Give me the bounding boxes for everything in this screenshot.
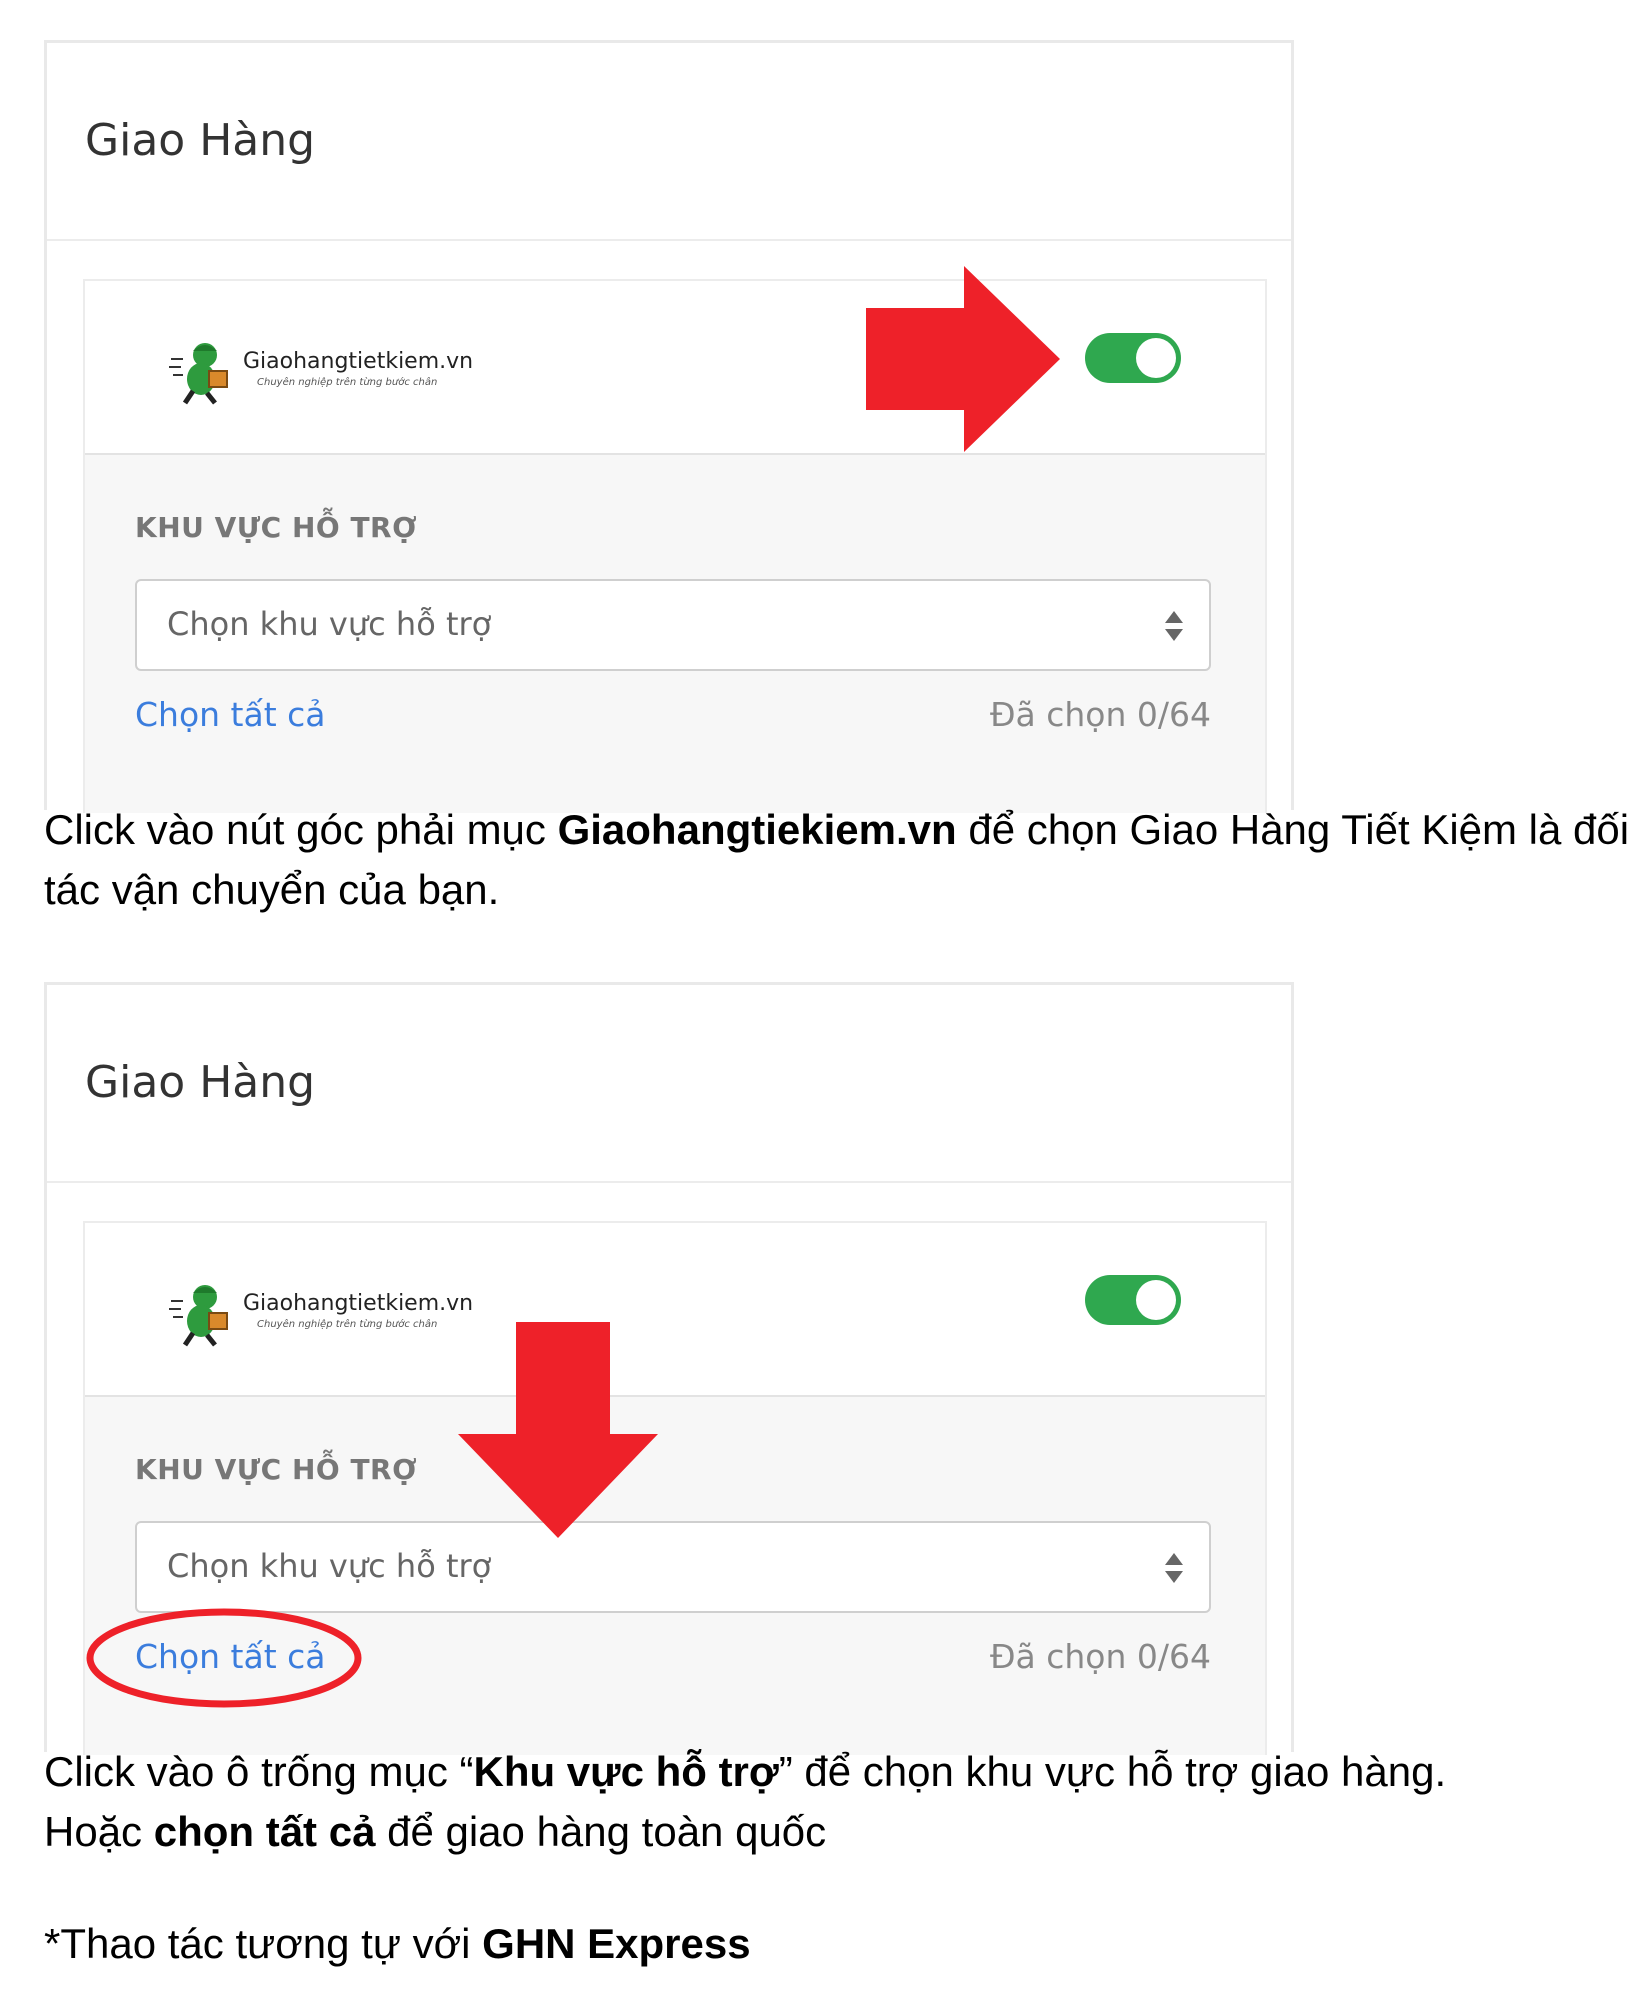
provider-panel-ghtk: Giaohangtietkiem.vn Chuyên nghiệp trên t… <box>83 279 1267 813</box>
toggle-knob <box>1136 1280 1176 1320</box>
provider-enable-toggle[interactable] <box>1085 1275 1181 1325</box>
provider-name: Giaohangtietkiem.vn <box>243 1291 474 1316</box>
card-title: Giao Hàng <box>85 115 316 166</box>
footnote: *Thao tác tương tự với GHN Express <box>44 1920 751 1967</box>
provider-enable-toggle[interactable] <box>1085 333 1181 383</box>
arrow-down-icon <box>458 1322 658 1538</box>
region-select[interactable]: Chọn khu vực hỗ trợ <box>135 579 1211 671</box>
provider-header: Giaohangtietkiem.vn Chuyên nghiệp trên t… <box>85 1223 1265 1397</box>
card-title: Giao Hàng <box>85 1057 316 1108</box>
select-all-highlight-circle <box>86 1608 362 1708</box>
provider-name: Giaohangtietkiem.vn <box>243 349 474 374</box>
sort-arrows-icon <box>1165 611 1183 641</box>
caption-2: Click vào ô trống mục “Khu vực hỗ trợ” đ… <box>44 1748 1447 1855</box>
sort-arrows-icon <box>1165 1553 1183 1583</box>
toggle-knob <box>1136 338 1176 378</box>
selected-count: Đã chọn 0/64 <box>989 695 1211 734</box>
region-select-placeholder: Chọn khu vực hỗ trợ <box>167 1547 492 1585</box>
provider-tagline: Chuyên nghiệp trên từng bước chân <box>257 377 438 388</box>
provider-logo: Giaohangtietkiem.vn Chuyên nghiệp trên t… <box>169 1279 499 1349</box>
shipping-card-1: Giao Hàng Giaohangtietkiem.vn Chuyên ngh… <box>44 40 1294 813</box>
caption-1: Click vào nút góc phải mục Giaohangtieki… <box>44 806 1630 913</box>
delivery-man-icon <box>169 343 228 405</box>
select-all-link[interactable]: Chọn tất cả <box>135 695 326 734</box>
provider-header: Giaohangtietkiem.vn Chuyên nghiệp trên t… <box>85 281 1265 455</box>
provider-logo: Giaohangtietkiem.vn Chuyên nghiệp trên t… <box>169 337 499 407</box>
arrow-right-icon <box>866 266 1060 452</box>
region-select[interactable]: Chọn khu vực hỗ trợ <box>135 1521 1211 1613</box>
selected-count: Đã chọn 0/64 <box>989 1637 1211 1676</box>
card-header: Giao Hàng <box>47 43 1291 241</box>
region-label: KHU VỰC HỖ TRỢ <box>135 511 418 544</box>
card-header: Giao Hàng <box>47 985 1291 1183</box>
provider-tagline: Chuyên nghiệp trên từng bước chân <box>257 1319 438 1330</box>
delivery-man-icon <box>169 1285 228 1347</box>
region-select-placeholder: Chọn khu vực hỗ trợ <box>167 605 492 643</box>
region-label: KHU VỰC HỖ TRỢ <box>135 1453 418 1486</box>
